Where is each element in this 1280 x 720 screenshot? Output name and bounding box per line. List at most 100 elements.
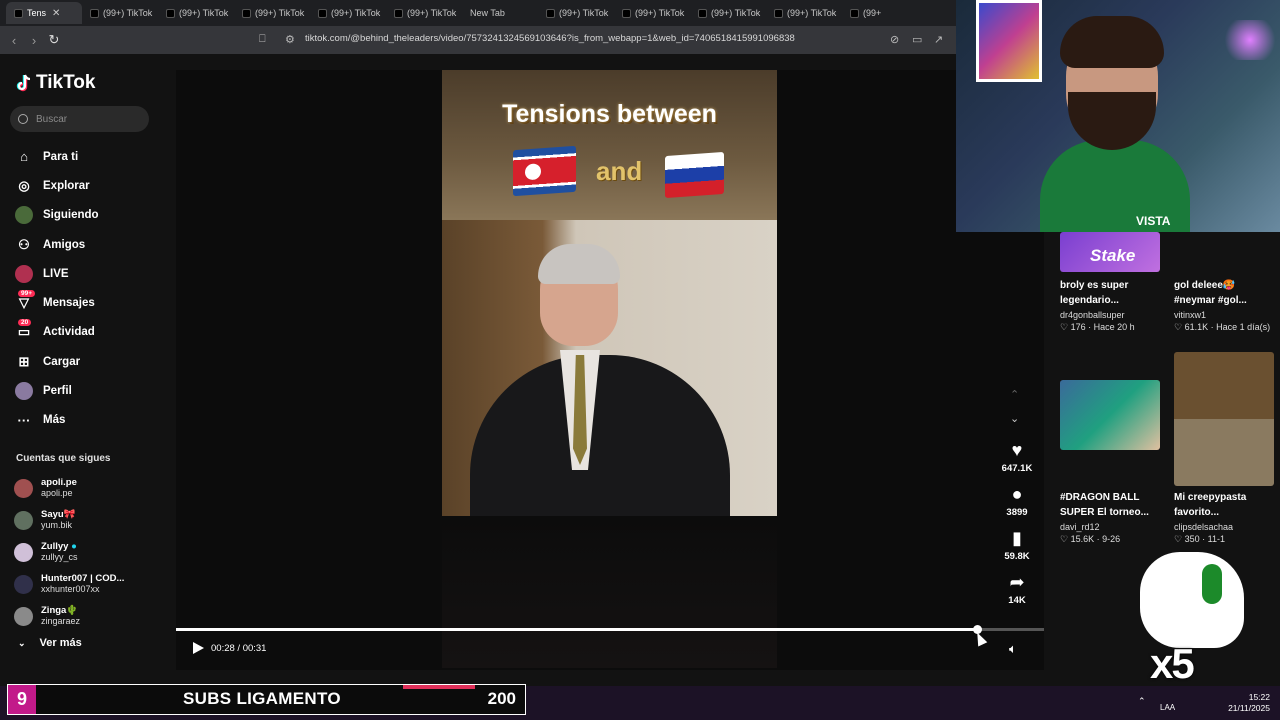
next-video-icon[interactable]: ⌄ bbox=[1010, 412, 1019, 425]
bookmark-icon[interactable]: ⎕ bbox=[259, 33, 266, 46]
tiktok-favicon-icon bbox=[14, 8, 23, 18]
browser-tab[interactable]: New Tab bbox=[462, 2, 538, 24]
video-progress-bar[interactable] bbox=[176, 625, 1044, 634]
video-player[interactable]: Tensions between and bbox=[442, 70, 777, 668]
messages-icon: ▽ 99+ bbox=[14, 290, 36, 313]
video-title-banner bbox=[442, 70, 777, 220]
browser-tab[interactable]: Tens ✕ bbox=[6, 2, 82, 24]
suggestion-user: clipsdelsachaa bbox=[1174, 522, 1234, 532]
suggestion-title: broly es super legendario... bbox=[1060, 280, 1129, 306]
volume-icon[interactable]: 🔈︎ bbox=[1009, 641, 1017, 657]
tray-chevron-icon[interactable]: ⌃ bbox=[1138, 696, 1146, 707]
tab-label: (99+) TikTok bbox=[331, 8, 381, 18]
browser-tab[interactable]: (99+) TikTok bbox=[538, 2, 614, 24]
following-name: Sayu🎀 bbox=[41, 509, 76, 520]
suggestion-card[interactable]: #DRAGON BALL SUPER El torneo... davi_rd1… bbox=[1060, 380, 1164, 545]
activity-badge: 20 bbox=[18, 319, 32, 327]
share-action[interactable]: ➦ 14K bbox=[1000, 572, 1034, 606]
tab-label: (99+) TikTok bbox=[255, 8, 305, 18]
close-tab-icon[interactable]: ✕ bbox=[52, 8, 60, 19]
following-name: Hunter007 | COD... bbox=[41, 573, 125, 584]
suggestion-card[interactable]: Stake broly es super legendario... dr4go… bbox=[1060, 232, 1164, 333]
suggestion-likes: 176 bbox=[1070, 322, 1086, 332]
video-scene bbox=[442, 220, 777, 520]
back-icon[interactable]: ‹ bbox=[4, 33, 24, 48]
nav-item-explorar[interactable]: ◎ Explorar bbox=[14, 171, 99, 200]
nav-item-mensajes[interactable]: ▽ 99+ Mensajes bbox=[14, 288, 99, 317]
play-icon[interactable] bbox=[193, 642, 204, 654]
following-item[interactable]: Zinga🌵 zingaraez bbox=[14, 600, 124, 632]
suggestion-likes: 61.1K bbox=[1184, 322, 1209, 332]
browser-tab[interactable]: (99+) TikTok bbox=[690, 2, 766, 24]
suggestion-title: Mi creepypasta favorito... bbox=[1174, 492, 1247, 518]
tiktok-logo[interactable]: TikTok bbox=[16, 72, 95, 94]
following-name-text: Zullyy bbox=[41, 541, 69, 552]
subs-goal-widget: 9 SUBS LIGAMENTO 200 bbox=[7, 684, 526, 715]
tiktok-favicon-icon bbox=[698, 8, 707, 18]
language-indicator[interactable]: LAA bbox=[1160, 703, 1175, 712]
nav-item-mas[interactable]: ··· Más bbox=[14, 406, 99, 435]
following-item[interactable]: Hunter007 | COD... xxhunter007xx bbox=[14, 568, 124, 600]
reload-icon[interactable]: ↻ bbox=[44, 32, 64, 48]
suggestion-card[interactable]: Mi creepypasta favorito... clipsdelsacha… bbox=[1174, 352, 1278, 545]
live-icon bbox=[14, 264, 34, 284]
following-item[interactable]: Sayu🎀 yum.bik bbox=[14, 504, 124, 536]
tab-label: (99+) TikTok bbox=[179, 8, 229, 18]
share-icon[interactable]: ↗ bbox=[934, 33, 943, 46]
home-icon: ⌂ bbox=[20, 149, 28, 165]
suggestion-meta: ♡ 176 · Hace 20 h bbox=[1060, 322, 1135, 332]
like-action[interactable]: ♥ 647.1K bbox=[1000, 440, 1034, 474]
suggestion-thumbnail: Stake bbox=[1060, 232, 1160, 272]
search-input[interactable]: Buscar bbox=[10, 106, 149, 132]
tab-label: (99+) TikTok bbox=[559, 8, 609, 18]
nav-item-actividad[interactable]: ▭ 20 Actividad bbox=[14, 318, 99, 347]
comment-action[interactable]: ● 3899 bbox=[1000, 484, 1034, 518]
tiktok-favicon-icon bbox=[242, 8, 251, 18]
following-name: Zullyy ● bbox=[41, 541, 78, 552]
forward-icon[interactable]: › bbox=[24, 33, 44, 48]
heart-outline-icon: ♡ bbox=[1174, 534, 1183, 544]
compass-icon: ◎ bbox=[18, 177, 30, 193]
subs-goal: 200 bbox=[487, 689, 516, 708]
webcam-overlay: VISTA bbox=[956, 0, 1280, 232]
following-item[interactable]: Zullyy ● zullyy_cs bbox=[14, 536, 124, 568]
suggestion-age: 9-26 bbox=[1102, 534, 1121, 544]
more-icon: ··· bbox=[17, 412, 31, 428]
save-count: 59.8K bbox=[1004, 551, 1030, 562]
browser-tab[interactable]: (99+ bbox=[842, 2, 882, 24]
nav-item-para-ti[interactable]: ⌂ Para ti bbox=[14, 142, 99, 171]
browser-tab[interactable]: (99+) TikTok bbox=[614, 2, 690, 24]
browser-tab[interactable]: (99+) TikTok bbox=[158, 2, 234, 24]
tab-label: New Tab bbox=[470, 8, 505, 18]
browser-tab[interactable]: (99+) TikTok bbox=[386, 2, 462, 24]
browser-tab[interactable]: (99+) TikTok bbox=[82, 2, 158, 24]
following-item[interactable]: apoli.pe apoli.pe bbox=[14, 472, 124, 504]
url-field[interactable]: tiktok.com/@behind_theleaders/video/7573… bbox=[305, 33, 795, 44]
cast-icon[interactable]: ▭ bbox=[912, 33, 922, 46]
suggestion-card[interactable]: gol deleee🥵 #neymar #gol... vitinxw1 ♡ 6… bbox=[1174, 232, 1278, 333]
profile-icon bbox=[14, 381, 34, 401]
mascot-green-mark bbox=[1202, 564, 1222, 604]
browser-tab[interactable]: (99+) TikTok bbox=[766, 2, 842, 24]
site-settings-icon[interactable]: ⚙ bbox=[285, 33, 295, 46]
nav-item-cargar[interactable]: ⊞ Cargar bbox=[14, 347, 99, 376]
nav-item-siguiendo[interactable]: Siguiendo bbox=[14, 201, 99, 230]
person-suit bbox=[470, 355, 730, 520]
suggestion-meta: ♡ 15.6K · 9-26 bbox=[1060, 534, 1121, 544]
previous-video-icon[interactable]: ⌃ bbox=[1010, 388, 1019, 401]
subs-label: SUBS LIGAMENTO bbox=[183, 689, 341, 708]
nav-label: Más bbox=[43, 414, 66, 427]
tiktok-favicon-icon bbox=[166, 8, 175, 18]
subs-progress-bar bbox=[403, 685, 475, 689]
nav-item-amigos[interactable]: ⚇ Amigos bbox=[14, 230, 99, 259]
nav-item-live[interactable]: LIVE bbox=[14, 259, 99, 288]
save-action[interactable]: ▮ 59.8K bbox=[1000, 528, 1034, 562]
browser-tab[interactable]: (99+) TikTok bbox=[310, 2, 386, 24]
share-count: 14K bbox=[1008, 595, 1026, 606]
north-korea-flag-icon bbox=[513, 145, 576, 197]
system-clock[interactable]: 15:22 21/11/2025 bbox=[1222, 692, 1270, 714]
see-more-button[interactable]: ⌄ Ver más bbox=[18, 637, 82, 649]
block-icon[interactable]: ⊘ bbox=[890, 33, 899, 46]
nav-item-perfil[interactable]: Perfil bbox=[14, 376, 99, 405]
browser-tab[interactable]: (99+) TikTok bbox=[234, 2, 310, 24]
